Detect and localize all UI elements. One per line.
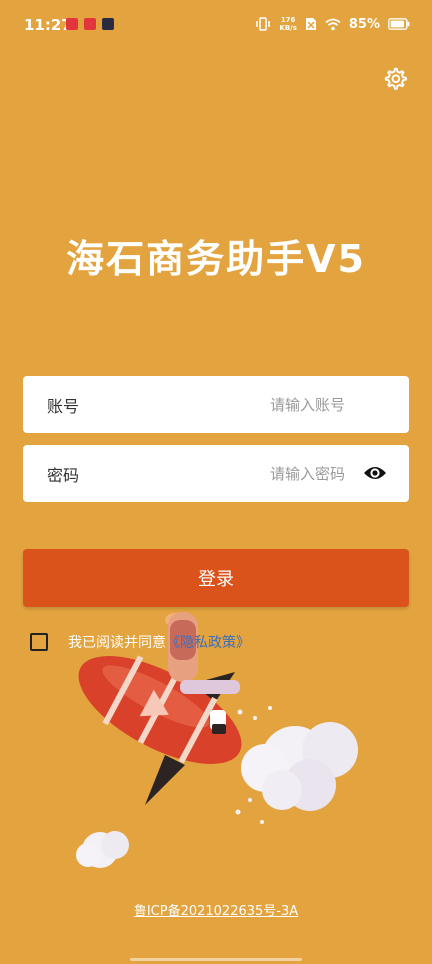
login-button[interactable]: 登录	[23, 549, 409, 607]
smoke-cloud	[241, 722, 358, 811]
status-bar: 11:27 176 KB/s 85%	[0, 0, 432, 52]
agreement-checkbox[interactable]	[30, 633, 48, 651]
privacy-policy-link[interactable]: 《隐私政策》	[166, 632, 250, 652]
password-field[interactable]: 密码 请输入密码	[23, 445, 409, 502]
network-speed-value: 176	[280, 16, 296, 24]
password-input[interactable]: 请输入密码	[270, 463, 345, 484]
app-title: 海石商务助手V5	[66, 237, 366, 281]
notification-app-icon	[102, 18, 114, 30]
status-time: 11:27	[24, 16, 72, 34]
status-indicators: 176 KB/s 85%	[255, 16, 410, 32]
agreement-row: 我已阅读并同意 《隐私政策》	[30, 632, 250, 652]
icp-record-link[interactable]: 鲁ICP备2021022635号-3A	[0, 900, 432, 919]
battery-percent: 85%	[348, 16, 380, 32]
home-indicator[interactable]	[130, 958, 302, 961]
wifi-icon	[325, 18, 341, 30]
eye-icon[interactable]	[363, 463, 387, 483]
network-speed-unit: KB/s	[279, 24, 297, 32]
no-sim-icon	[305, 18, 316, 30]
agreement-text: 我已阅读并同意	[68, 635, 166, 651]
account-label: 账号	[47, 396, 80, 416]
gear-icon[interactable]	[382, 66, 408, 92]
notification-app-icon	[84, 18, 96, 30]
password-label: 密码	[47, 465, 80, 485]
battery-icon	[388, 18, 410, 30]
small-cloud	[76, 831, 129, 868]
account-input[interactable]: 请输入账号	[270, 394, 345, 415]
vibrate-icon	[256, 17, 271, 31]
network-speed: 176 KB/s	[279, 16, 296, 32]
rocket-body	[78, 655, 242, 764]
account-field[interactable]: 账号 请输入账号	[23, 376, 409, 433]
notification-app-icon	[66, 18, 78, 30]
rocket-fin	[145, 755, 185, 805]
